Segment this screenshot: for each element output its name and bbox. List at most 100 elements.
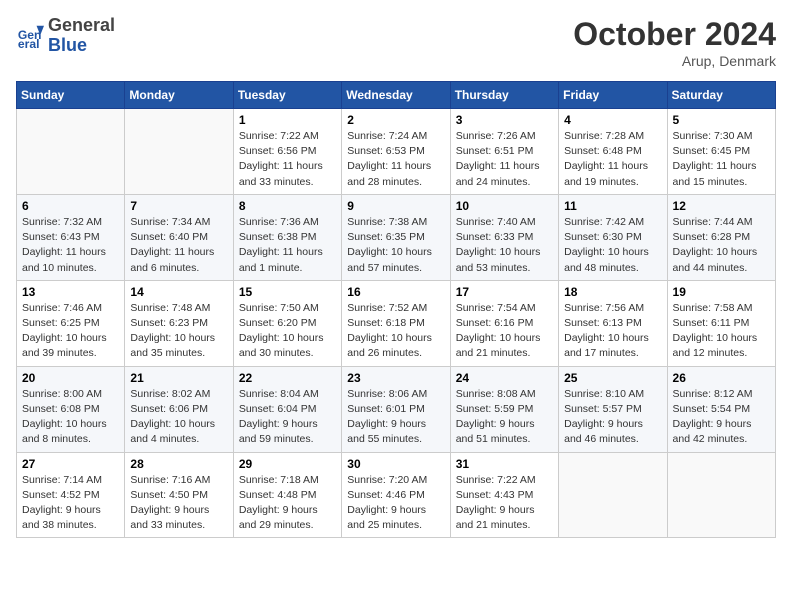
calendar-cell: 13 Sunrise: 7:46 AM Sunset: 6:25 PM Dayli… [17,280,125,366]
calendar-week-4: 20Sunrise: 8:00 AM Sunset: 6:08 PM Dayli… [17,366,776,452]
day-number: 15 [239,285,336,299]
day-detail: Sunrise: 7:30 AM Sunset: 6:45 PM Dayligh… [673,129,770,190]
calendar-cell: 3 Sunrise: 7:26 AM Sunset: 6:51 PM Daylig… [450,109,558,195]
day-detail: Sunrise: 7:14 AM Sunset: 4:52 PM Dayligh… [22,473,119,534]
day-number: 18 [564,285,661,299]
header-cell-sunday: Sunday [17,82,125,109]
svg-text:eral: eral [18,37,40,50]
day-detail: Sunrise: 7:20 AM Sunset: 4:46 PM Dayligh… [347,473,444,534]
calendar-cell: 15Sunrise: 7:50 AM Sunset: 6:20 PM Dayli… [233,280,341,366]
header-cell-tuesday: Tuesday [233,82,341,109]
calendar-cell: 5 Sunrise: 7:30 AM Sunset: 6:45 PM Daylig… [667,109,775,195]
calendar-cell: 8 Sunrise: 7:36 AM Sunset: 6:38 PM Daylig… [233,194,341,280]
day-number: 29 [239,457,336,471]
calendar-cell: 6 Sunrise: 7:32 AM Sunset: 6:43 PM Daylig… [17,194,125,280]
calendar-cell [125,109,233,195]
day-number: 19 [673,285,770,299]
page-title: October 2024 [573,16,776,53]
day-detail: Sunrise: 7:54 AM Sunset: 6:16 PM Dayligh… [456,301,553,362]
calendar-cell: 22Sunrise: 8:04 AM Sunset: 6:04 PM Dayli… [233,366,341,452]
calendar-cell: 10 Sunrise: 7:40 AM Sunset: 6:33 PM Dayli… [450,194,558,280]
calendar-cell: 21Sunrise: 8:02 AM Sunset: 6:06 PM Dayli… [125,366,233,452]
day-number: 6 [22,199,119,213]
day-number: 4 [564,113,661,127]
calendar-cell: 7Sunrise: 7:34 AM Sunset: 6:40 PM Daylig… [125,194,233,280]
day-number: 17 [456,285,553,299]
day-detail: Sunrise: 7:16 AM Sunset: 4:50 PM Dayligh… [130,473,227,534]
title-block: October 2024 Arup, Denmark [573,16,776,69]
day-number: 27 [22,457,119,471]
day-detail: Sunrise: 8:12 AM Sunset: 5:54 PM Dayligh… [673,387,770,448]
day-number: 20 [22,371,119,385]
calendar-week-5: 27 Sunrise: 7:14 AM Sunset: 4:52 PM Dayli… [17,452,776,538]
day-detail: Sunrise: 7:58 AM Sunset: 6:11 PM Dayligh… [673,301,770,362]
day-number: 3 [456,113,553,127]
day-number: 16 [347,285,444,299]
day-number: 7 [130,199,227,213]
calendar-cell: 24 Sunrise: 8:08 AM Sunset: 5:59 PM Dayli… [450,366,558,452]
day-detail: Sunrise: 7:22 AM Sunset: 6:56 PM Dayligh… [239,129,336,190]
day-detail: Sunrise: 7:56 AM Sunset: 6:13 PM Dayligh… [564,301,661,362]
day-number: 1 [239,113,336,127]
day-number: 10 [456,199,553,213]
day-detail: Sunrise: 7:42 AM Sunset: 6:30 PM Dayligh… [564,215,661,276]
calendar-cell [667,452,775,538]
day-detail: Sunrise: 7:18 AM Sunset: 4:48 PM Dayligh… [239,473,336,534]
calendar-header: SundayMondayTuesdayWednesdayThursdayFrid… [17,82,776,109]
day-detail: Sunrise: 7:36 AM Sunset: 6:38 PM Dayligh… [239,215,336,276]
day-number: 30 [347,457,444,471]
calendar-body: 1 Sunrise: 7:22 AM Sunset: 6:56 PM Daylig… [17,109,776,538]
day-number: 24 [456,371,553,385]
page-header: Gen eral General Blue October 2024 Arup,… [16,16,776,69]
day-number: 31 [456,457,553,471]
calendar-cell: 12 Sunrise: 7:44 AM Sunset: 6:28 PM Dayli… [667,194,775,280]
calendar-cell: 30 Sunrise: 7:20 AM Sunset: 4:46 PM Dayli… [342,452,450,538]
day-number: 13 [22,285,119,299]
day-number: 9 [347,199,444,213]
logo: Gen eral General Blue [16,16,115,56]
day-detail: Sunrise: 8:10 AM Sunset: 5:57 PM Dayligh… [564,387,661,448]
day-detail: Sunrise: 7:40 AM Sunset: 6:33 PM Dayligh… [456,215,553,276]
day-number: 22 [239,371,336,385]
calendar-week-3: 13 Sunrise: 7:46 AM Sunset: 6:25 PM Dayli… [17,280,776,366]
calendar-table: SundayMondayTuesdayWednesdayThursdayFrid… [16,81,776,538]
day-number: 28 [130,457,227,471]
calendar-cell: 25 Sunrise: 8:10 AM Sunset: 5:57 PM Dayli… [559,366,667,452]
calendar-cell: 27 Sunrise: 7:14 AM Sunset: 4:52 PM Dayli… [17,452,125,538]
day-detail: Sunrise: 7:24 AM Sunset: 6:53 PM Dayligh… [347,129,444,190]
header-row: SundayMondayTuesdayWednesdayThursdayFrid… [17,82,776,109]
calendar-cell: 17 Sunrise: 7:54 AM Sunset: 6:16 PM Dayli… [450,280,558,366]
day-detail: Sunrise: 7:48 AM Sunset: 6:23 PM Dayligh… [130,301,227,362]
calendar-cell: 11Sunrise: 7:42 AM Sunset: 6:30 PM Dayli… [559,194,667,280]
day-number: 25 [564,371,661,385]
day-number: 23 [347,371,444,385]
day-detail: Sunrise: 8:02 AM Sunset: 6:06 PM Dayligh… [130,387,227,448]
logo-text: General Blue [48,16,115,56]
day-detail: Sunrise: 7:32 AM Sunset: 6:43 PM Dayligh… [22,215,119,276]
header-cell-wednesday: Wednesday [342,82,450,109]
calendar-cell: 18 Sunrise: 7:56 AM Sunset: 6:13 PM Dayli… [559,280,667,366]
day-detail: Sunrise: 7:26 AM Sunset: 6:51 PM Dayligh… [456,129,553,190]
header-cell-thursday: Thursday [450,82,558,109]
calendar-week-2: 6 Sunrise: 7:32 AM Sunset: 6:43 PM Daylig… [17,194,776,280]
calendar-cell [17,109,125,195]
day-detail: Sunrise: 8:08 AM Sunset: 5:59 PM Dayligh… [456,387,553,448]
calendar-cell: 29 Sunrise: 7:18 AM Sunset: 4:48 PM Dayli… [233,452,341,538]
calendar-cell: 1 Sunrise: 7:22 AM Sunset: 6:56 PM Daylig… [233,109,341,195]
header-cell-friday: Friday [559,82,667,109]
calendar-cell: 14Sunrise: 7:48 AM Sunset: 6:23 PM Dayli… [125,280,233,366]
page-subtitle: Arup, Denmark [573,53,776,69]
day-detail: Sunrise: 8:06 AM Sunset: 6:01 PM Dayligh… [347,387,444,448]
header-cell-monday: Monday [125,82,233,109]
day-detail: Sunrise: 7:46 AM Sunset: 6:25 PM Dayligh… [22,301,119,362]
logo-icon: Gen eral [16,22,44,50]
calendar-cell: 4Sunrise: 7:28 AM Sunset: 6:48 PM Daylig… [559,109,667,195]
calendar-week-1: 1 Sunrise: 7:22 AM Sunset: 6:56 PM Daylig… [17,109,776,195]
day-detail: Sunrise: 7:52 AM Sunset: 6:18 PM Dayligh… [347,301,444,362]
calendar-cell: 9Sunrise: 7:38 AM Sunset: 6:35 PM Daylig… [342,194,450,280]
day-detail: Sunrise: 7:44 AM Sunset: 6:28 PM Dayligh… [673,215,770,276]
day-number: 12 [673,199,770,213]
day-number: 5 [673,113,770,127]
day-number: 8 [239,199,336,213]
calendar-cell: 19 Sunrise: 7:58 AM Sunset: 6:11 PM Dayli… [667,280,775,366]
